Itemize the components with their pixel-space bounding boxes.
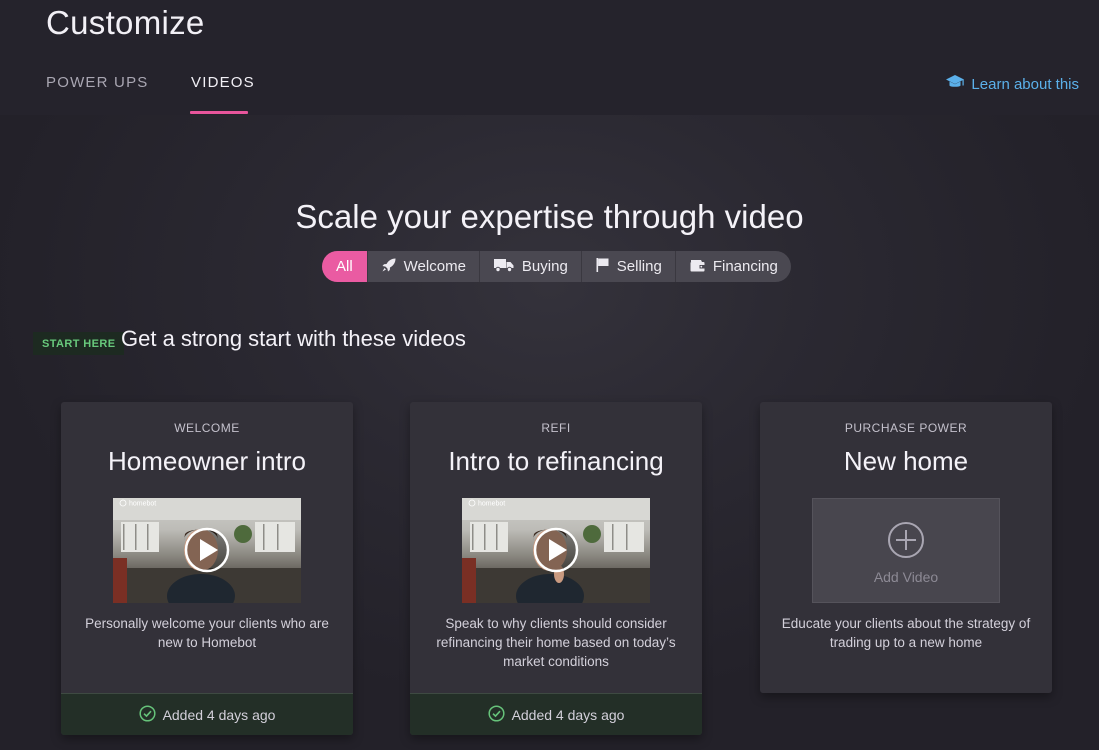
video-card-homeowner-intro: WELCOME Homeowner intro homebot Personal… — [61, 402, 353, 735]
check-circle-icon — [139, 704, 156, 725]
video-card-intro-to-refinancing: REFI Intro to refinancing homebot Speak … — [410, 402, 702, 735]
hero-title: Scale your expertise through video — [295, 198, 804, 235]
videos-content: Scale your expertise through video All W… — [0, 115, 1099, 750]
wallet-icon — [689, 257, 706, 277]
truck-icon — [493, 257, 515, 277]
video-thumbnail[interactable]: homebot — [113, 498, 301, 603]
card-status: Added 4 days ago — [410, 693, 702, 735]
filter-selling[interactable]: Selling — [582, 251, 676, 282]
card-category: WELCOME — [174, 421, 240, 435]
card-title: Intro to refinancing — [448, 446, 664, 476]
filter-buying-label: Buying — [521, 258, 568, 275]
card-category: REFI — [541, 421, 571, 435]
active-tab-indicator — [190, 111, 248, 114]
filter-welcome-label: Welcome — [403, 258, 466, 275]
filter-financing-label: Financing — [712, 258, 778, 275]
card-status: Added 4 days ago — [61, 693, 353, 735]
filter-selling-label: Selling — [616, 258, 662, 275]
filter-buying[interactable]: Buying — [480, 251, 582, 282]
filter-all[interactable]: All — [322, 251, 368, 282]
video-card-new-home: PURCHASE POWER New home Add Video Educat… — [760, 402, 1052, 693]
filter-all-label: All — [336, 258, 353, 275]
start-here-badge: START HERE — [33, 332, 125, 355]
page-title: Customize — [46, 4, 205, 41]
play-icon — [184, 527, 230, 573]
tab-power-ups[interactable]: POWER UPS — [46, 74, 148, 91]
card-description: Educate your clients about the strategy … — [781, 616, 1031, 650]
card-status-label: Added 4 days ago — [511, 706, 625, 723]
card-status-label: Added 4 days ago — [162, 706, 276, 723]
card-description: Speak to why clients should consider ref… — [436, 616, 676, 669]
page-header: Customize POWER UPS VIDEOS Learn about t… — [0, 0, 1099, 115]
play-icon — [533, 527, 579, 573]
learn-about-this-link[interactable]: Learn about this — [945, 74, 1079, 94]
filter-welcome[interactable]: Welcome — [368, 251, 480, 282]
add-video-label: Add Video — [873, 569, 939, 585]
thumbnail-brand: homebot — [129, 501, 156, 508]
rocket-icon — [381, 257, 397, 277]
graduation-cap-icon — [945, 74, 965, 94]
category-filter: All Welcome Buying Selling Financing — [322, 251, 791, 282]
tab-videos[interactable]: VIDEOS — [191, 74, 255, 91]
card-description: Personally welcome your clients who are … — [85, 616, 329, 650]
learn-link-label: Learn about this — [971, 75, 1079, 93]
card-title: New home — [843, 446, 969, 476]
card-title: Homeowner intro — [108, 446, 306, 476]
thumbnail-brand: homebot — [478, 501, 505, 508]
video-thumbnail[interactable]: homebot — [462, 498, 650, 603]
customize-page: Customize POWER UPS VIDEOS Learn about t… — [0, 0, 1099, 750]
check-circle-icon — [488, 704, 505, 725]
flag-icon — [595, 257, 610, 277]
filter-financing[interactable]: Financing — [676, 251, 791, 282]
plus-circle-icon — [887, 521, 925, 564]
section-title: Get a strong start with these videos — [121, 326, 466, 351]
add-video-button[interactable]: Add Video — [812, 498, 1000, 603]
card-category: PURCHASE POWER — [844, 421, 968, 435]
